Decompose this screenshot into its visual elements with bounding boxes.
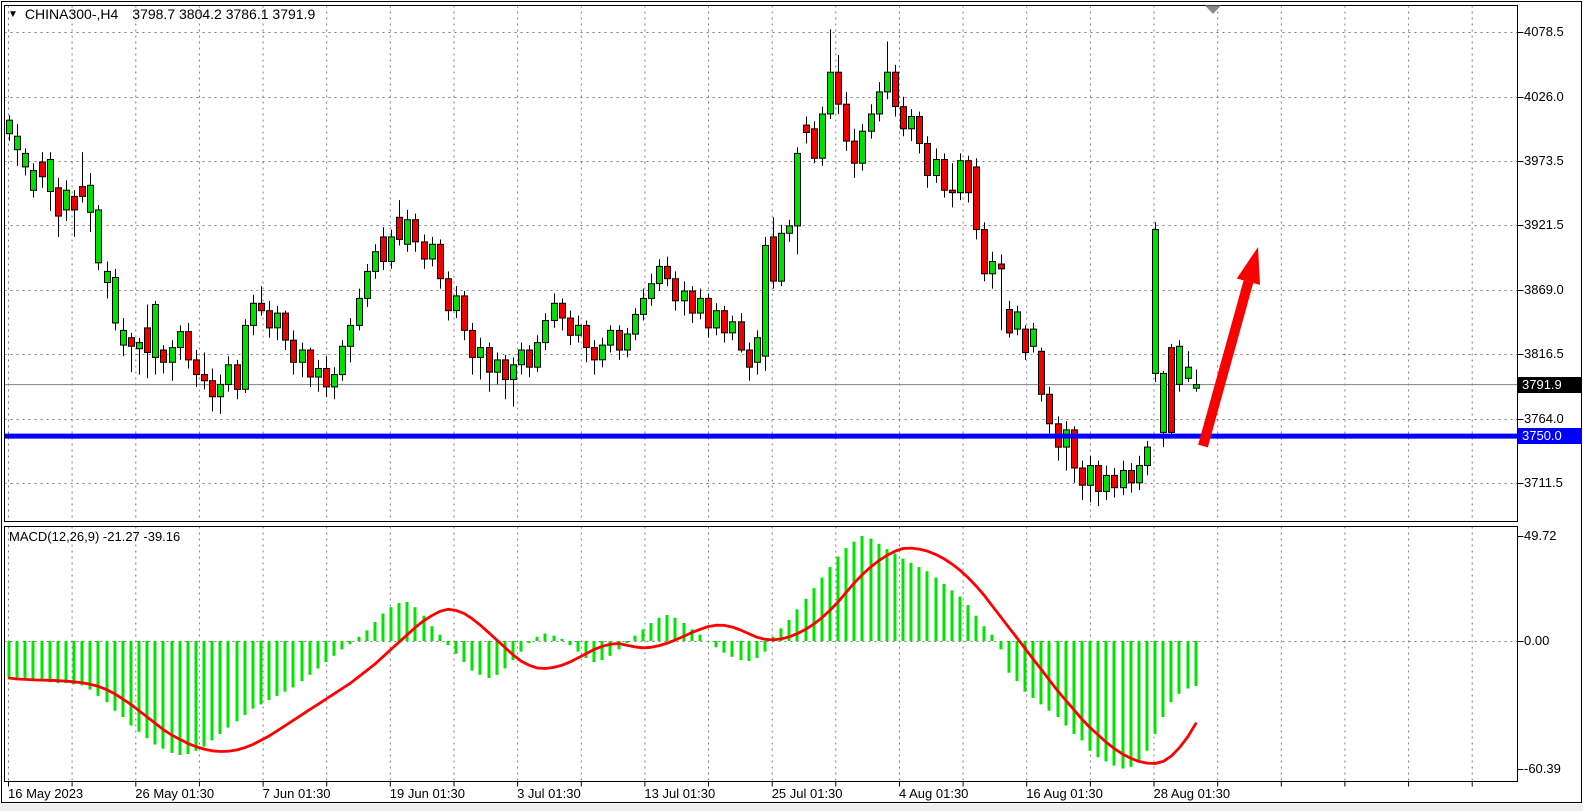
price-axis-label: 3869.0 (1524, 282, 1564, 297)
macd-histogram-layer (8, 536, 1198, 769)
time-axis-label: 13 Jul 01:30 (644, 786, 715, 801)
price-axis-label: 3711.5 (1524, 475, 1563, 490)
current-price-badge: 3791.9 (1518, 377, 1582, 393)
grid-layer (5, 6, 1518, 782)
time-axis-label: 26 May 01:30 (135, 786, 214, 801)
support-price-badge: 3750.0 (1518, 428, 1582, 444)
trend-arrow[interactable] (1203, 247, 1260, 446)
time-axis-label: 19 Jun 01:30 (390, 786, 465, 801)
price-axis-label: 4078.5 (1524, 24, 1564, 39)
window-bottom-strip (0, 804, 1583, 811)
macd-axis-label: -60.39 (1524, 761, 1561, 776)
chart-canvas[interactable] (0, 0, 1583, 811)
time-axis-label: 3 Jul 01:30 (517, 786, 581, 801)
price-axis-label: 3973.5 (1524, 153, 1564, 168)
chart-window: ▼ CHINA300-,H4 3798.7 3804.2 3786.1 3791.9… (0, 0, 1583, 811)
time-axis-label: 7 Jun 01:30 (263, 786, 331, 801)
price-axis-label: 3764.0 (1524, 411, 1564, 426)
symbol-period-label: CHINA300-,H4 (25, 6, 118, 22)
macd-axis-label: 0.00 (1524, 633, 1549, 648)
price-axis-label: 3816.5 (1524, 346, 1564, 361)
time-axis-label: 16 May 2023 (8, 786, 83, 801)
symbol-marker-icon: ▼ (8, 9, 18, 20)
time-axis-label: 28 Aug 01:30 (1154, 786, 1231, 801)
macd-indicator-label: MACD(12,26,9) -21.27 -39.16 (9, 529, 180, 544)
chart-title: ▼ CHINA300-,H4 3798.7 3804.2 3786.1 3791.9 (8, 6, 315, 22)
macd-axis-label: 49.72 (1524, 528, 1557, 543)
price-axis-label: 4026.0 (1524, 89, 1564, 104)
time-axis-label: 25 Jul 01:30 (772, 786, 843, 801)
price-axis-label: 3921.5 (1524, 217, 1564, 232)
title-ohlc-values: 3798.7 3804.2 3786.1 3791.9 (132, 6, 315, 22)
chart-shift-marker-icon[interactable] (1205, 6, 1221, 15)
time-axis-label: 16 Aug 01:30 (1026, 786, 1103, 801)
time-axis-label: 4 Aug 01:30 (899, 786, 968, 801)
